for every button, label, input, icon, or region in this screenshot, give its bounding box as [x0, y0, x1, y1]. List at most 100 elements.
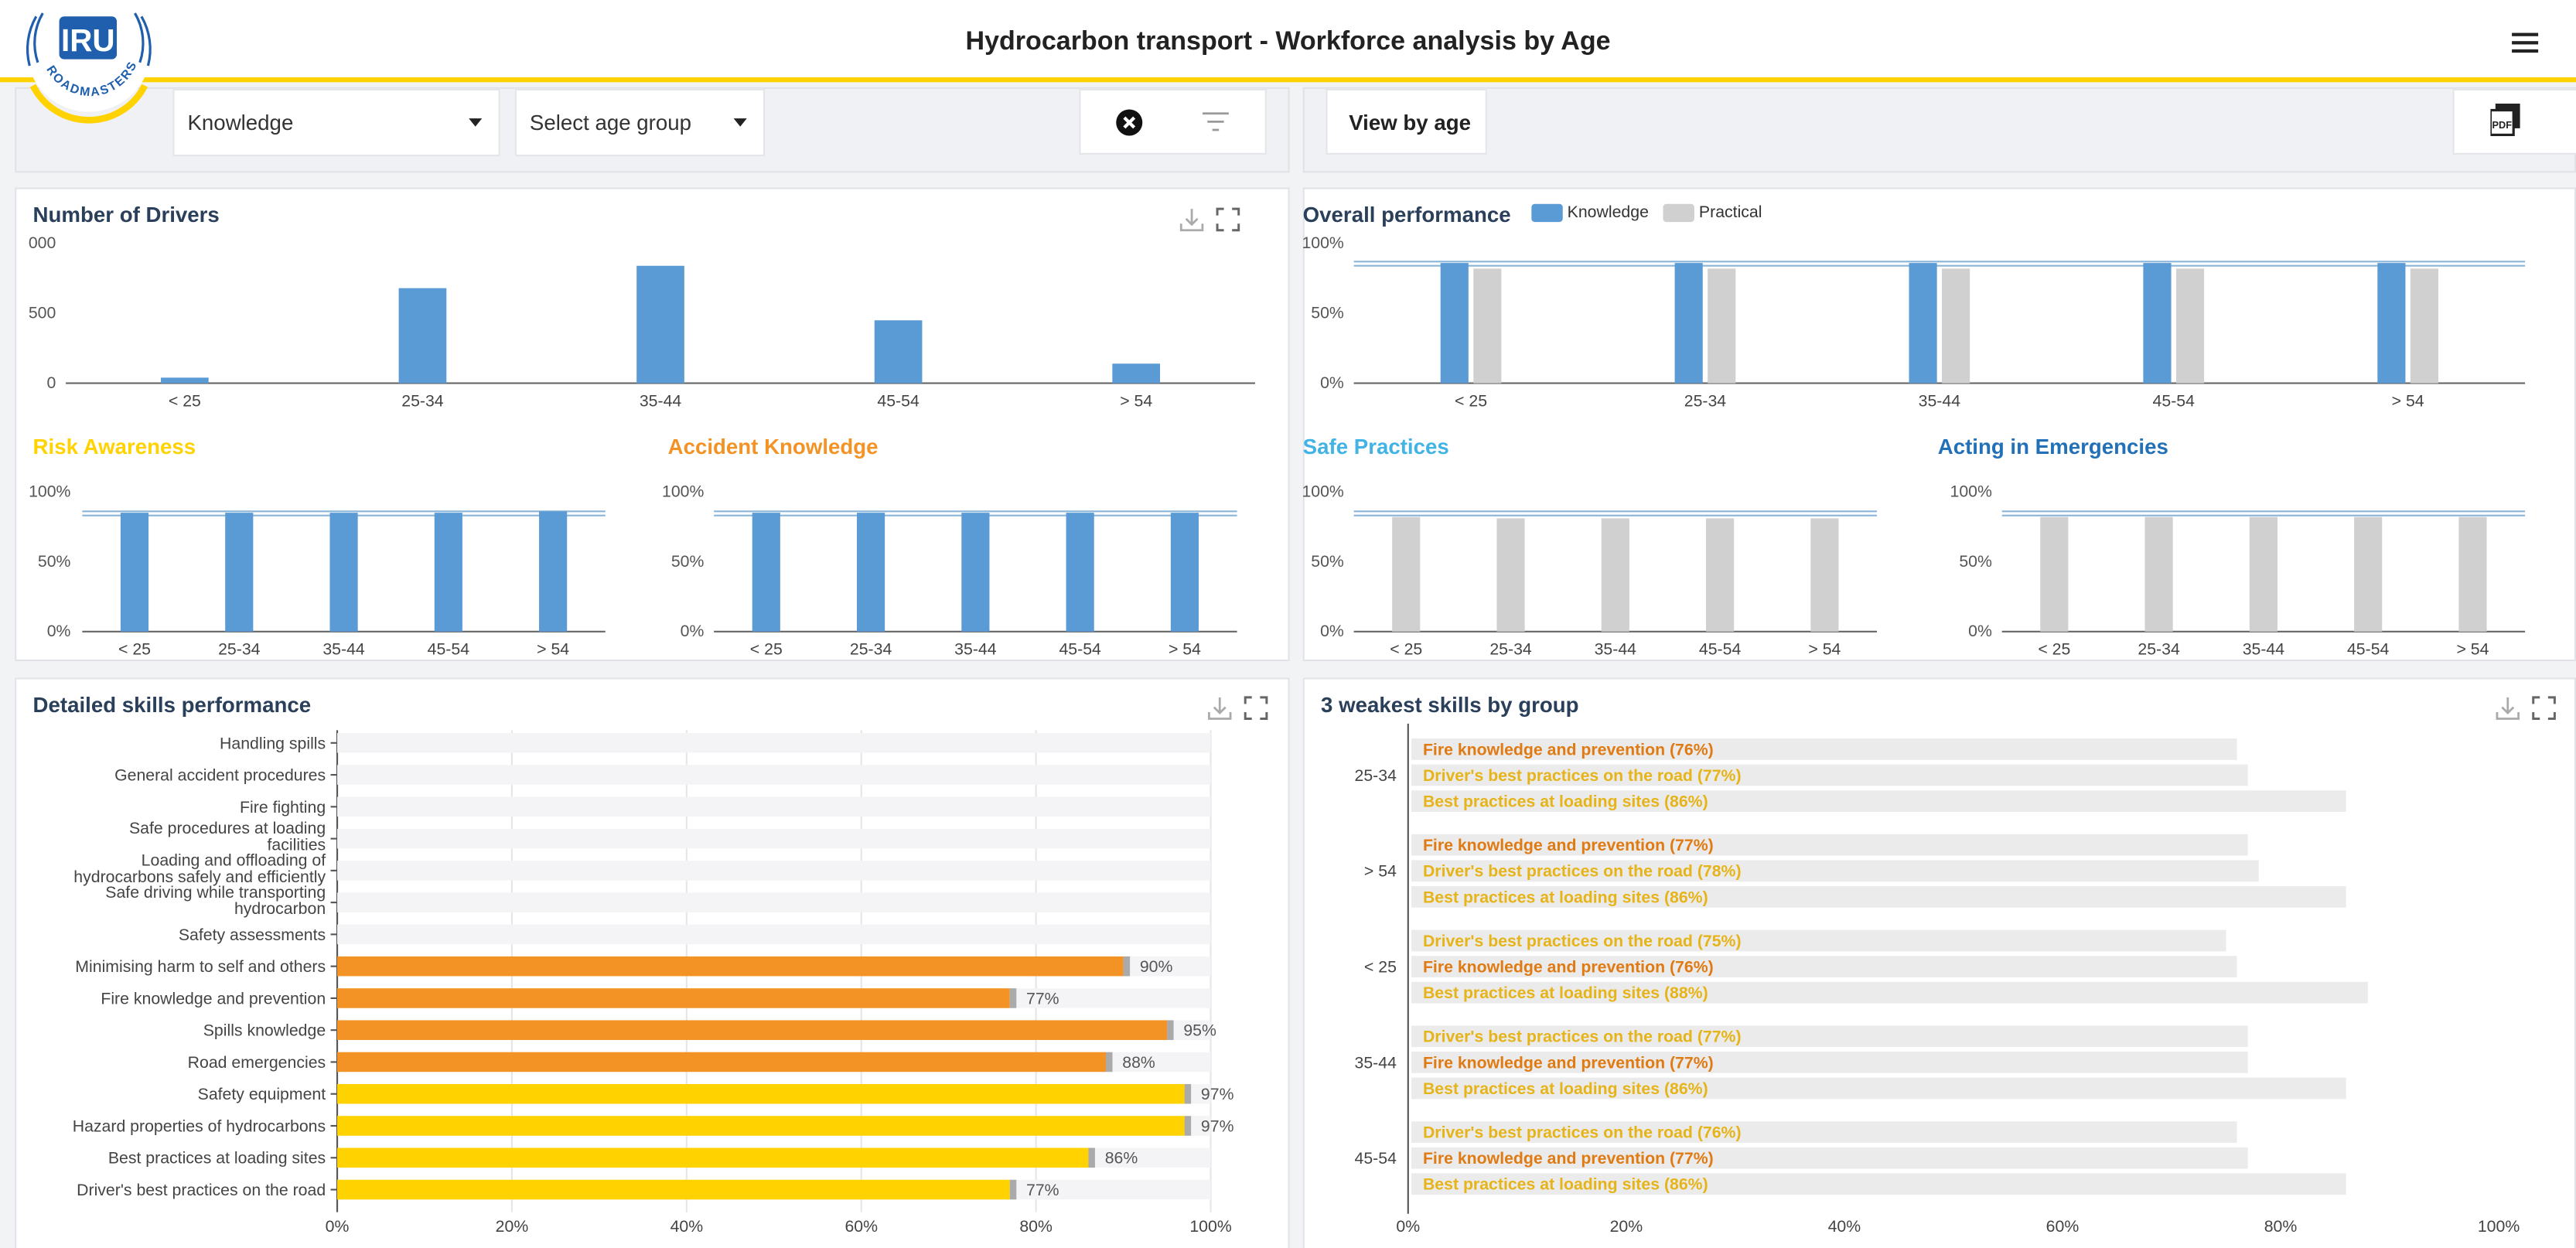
y-tick-label: 50% — [1311, 304, 1344, 322]
skill-bar — [337, 1020, 1168, 1040]
skill-label: Handling spills — [220, 734, 326, 752]
bar — [2249, 517, 2277, 632]
x-tick-label: < 25 — [1455, 391, 1487, 410]
y-tick-label: 0% — [1320, 622, 1344, 640]
group-label: 35-44 — [1355, 1053, 1397, 1072]
skill-label: Hazard properties of hydrocarbons — [73, 1117, 326, 1135]
weak-skill-label: Best practices at loading sites (86%) — [1423, 1079, 1708, 1098]
bar-practical — [1708, 268, 1736, 384]
x-tick-label: 35-44 — [640, 391, 682, 410]
bar-practical — [1942, 268, 1970, 384]
bar — [874, 320, 923, 384]
row-track — [337, 861, 1211, 881]
bar — [1496, 518, 1525, 632]
x-tick-label: > 54 — [537, 640, 569, 659]
x-tick-label: < 25 — [1390, 640, 1422, 659]
skill-label: Fire knowledge and prevention — [101, 989, 326, 1008]
y-tick-label: 100% — [29, 482, 70, 500]
row-track — [337, 796, 1211, 817]
x-tick-label: < 25 — [169, 391, 201, 410]
bar — [857, 513, 885, 632]
bar-practical — [2410, 268, 2439, 384]
skill-bar — [337, 988, 1010, 1008]
row-track — [337, 892, 1211, 912]
weak-skill-label: Fire knowledge and prevention (77%) — [1423, 836, 1714, 854]
x-tick-label: 20% — [1610, 1217, 1643, 1236]
x-tick-label: > 54 — [1808, 640, 1841, 659]
skill-value: 77% — [1026, 1181, 1059, 1199]
x-tick-label: 25-34 — [1684, 391, 1727, 410]
weak-skill-label: Driver's best practices on the road (77%… — [1423, 766, 1742, 785]
svg-text:IRU: IRU — [61, 22, 115, 58]
x-tick-label: 60% — [844, 1217, 878, 1236]
y-tick-label: 100% — [1302, 234, 1343, 252]
x-tick-label: 45-54 — [1699, 640, 1742, 659]
bar-knowledge — [1909, 263, 1937, 384]
row-track — [337, 765, 1211, 785]
skill-bar — [337, 1147, 1089, 1168]
bar-practical — [2175, 268, 2205, 384]
bar — [1066, 513, 1094, 632]
y-tick-label: 0% — [1968, 622, 1992, 640]
weak-skill-label: Fire knowledge and prevention (76%) — [1423, 740, 1714, 759]
skill-bar — [337, 1179, 1010, 1200]
x-tick-label: 80% — [2264, 1217, 2298, 1236]
x-tick-label: < 25 — [750, 640, 783, 659]
x-tick-label: < 25 — [2038, 640, 2070, 659]
weak-skill-label: Fire knowledge and prevention (77%) — [1423, 1053, 1714, 1072]
y-tick-label: 100% — [1302, 482, 1343, 500]
charts-layer: 0 500 000 < 25 25-34 35-44 45-54 > 54 0% 50% 100% <… — [29, 234, 2526, 1236]
x-tick-label: 35-44 — [954, 640, 997, 659]
skill-label: Driver's best practices on the road — [77, 1181, 326, 1199]
skill-bar — [337, 1083, 1185, 1104]
skill-label: hydrocarbon — [234, 899, 326, 918]
x-tick-label: 45-54 — [2153, 391, 2196, 410]
bar — [161, 377, 209, 384]
group-label: 25-34 — [1355, 766, 1397, 785]
group-label: 45-54 — [1355, 1149, 1397, 1168]
row-track — [337, 924, 1211, 945]
y-tick-label: 0% — [681, 622, 705, 640]
bar — [225, 513, 254, 632]
skill-bar-end — [1009, 1179, 1017, 1200]
skill-value: 97% — [1201, 1117, 1234, 1135]
x-tick-label: > 54 — [2392, 391, 2424, 410]
bar — [636, 265, 684, 384]
weak-skill-label: Fire knowledge and prevention (76%) — [1423, 958, 1714, 977]
bar-knowledge — [2377, 263, 2406, 384]
bar-knowledge — [1440, 263, 1469, 384]
skill-label: Minimising harm to self and others — [75, 957, 326, 976]
group-label: > 54 — [1364, 862, 1397, 881]
skill-bar — [337, 1116, 1185, 1136]
skill-value: 77% — [1026, 989, 1059, 1008]
x-tick-label: 25-34 — [2138, 640, 2180, 659]
x-tick-label: 0% — [1396, 1217, 1420, 1236]
x-tick-label: 25-34 — [401, 391, 444, 410]
skill-value: 90% — [1140, 957, 1173, 976]
skill-label: Best practices at loading sites — [108, 1149, 326, 1168]
skill-bar — [337, 956, 1124, 977]
skill-value: 95% — [1183, 1021, 1216, 1040]
x-tick-label: 35-44 — [2243, 640, 2285, 659]
bar — [2354, 517, 2383, 632]
weak-skill-label: Best practices at loading sites (86%) — [1423, 888, 1708, 906]
weak-skill-label: Driver's best practices on the road (78%… — [1423, 862, 1742, 881]
skill-value: 86% — [1105, 1149, 1138, 1168]
skill-bar-end — [1009, 988, 1017, 1008]
x-tick-label: 100% — [2478, 1217, 2520, 1236]
bar — [120, 513, 149, 632]
dashboard: Hydrocarbon transport - Workforce analys… — [0, 0, 2576, 1248]
weak-skill-label: Best practices at loading sites (88%) — [1423, 984, 1708, 1002]
row-track — [337, 828, 1211, 849]
row-track — [337, 733, 1211, 753]
x-tick-label: 40% — [1828, 1217, 1861, 1236]
bar — [1601, 518, 1629, 632]
skill-bar-end — [1184, 1083, 1192, 1104]
x-tick-label: 25-34 — [1489, 640, 1532, 659]
bar-knowledge — [1674, 263, 1703, 384]
x-tick-label: 45-54 — [428, 640, 470, 659]
x-tick-label: > 54 — [1120, 391, 1152, 410]
x-tick-label: > 54 — [1169, 640, 1201, 659]
logo: IRU ROADMASTERS — [10, 0, 168, 131]
bar — [2458, 517, 2487, 632]
